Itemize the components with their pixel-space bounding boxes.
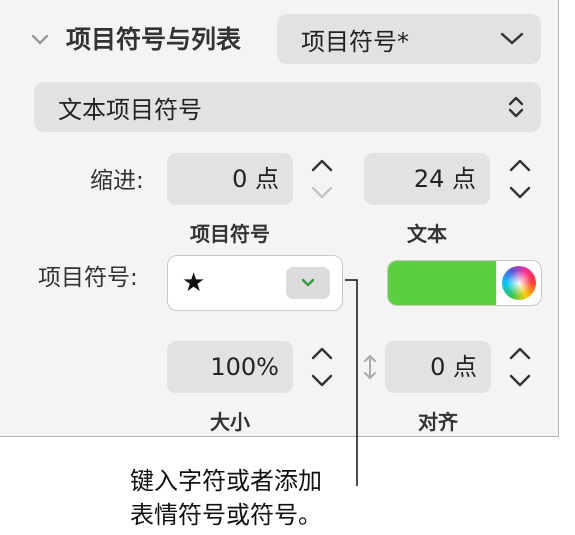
callout-line (345, 279, 358, 486)
callout-line-2: 表情符号或符号。 (130, 501, 322, 529)
callout-line-1: 键入字符或者添加 (130, 467, 322, 495)
